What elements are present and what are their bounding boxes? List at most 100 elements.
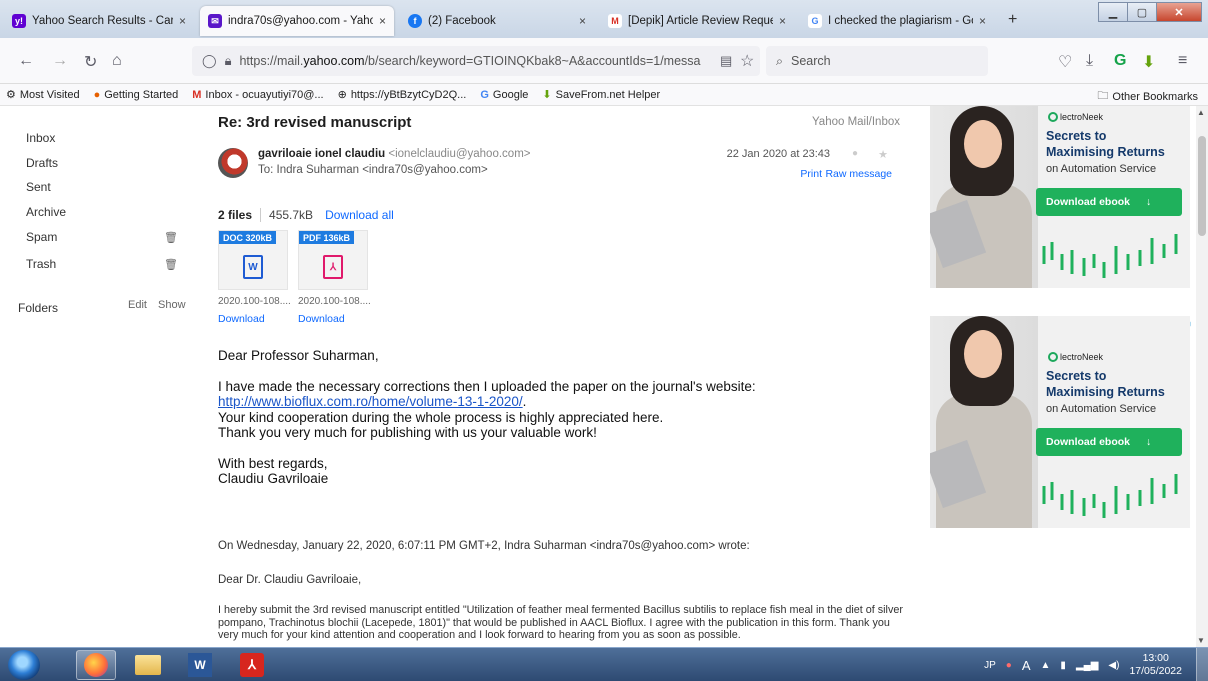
other-bookmarks-label: Other Bookmarks [1112,90,1198,103]
home-icon[interactable]: ⌂ [112,52,122,70]
sidebar-item-archive[interactable]: Archive [26,205,66,219]
taskbar-acrobat[interactable]: ⅄ [232,650,272,680]
clock[interactable]: 13:00 17/05/2022 [1129,652,1182,678]
attachment-doc[interactable]: DOC 320kB W [218,230,288,290]
taskbar-explorer[interactable] [128,650,168,680]
tab-depik[interactable]: M [Depik] Article Review Request × [600,6,794,36]
tray-expand-icon[interactable]: ▲ [1041,660,1051,671]
reload-icon[interactable]: ↻ [84,52,97,72]
menu-icon[interactable]: ≡ [1178,52,1187,70]
body-line: Thank you very much for publishing with … [218,425,597,440]
attachment-download-link[interactable]: Download [298,313,345,325]
tab-facebook[interactable]: f (2) Facebook × [400,6,594,36]
page-scrollbar[interactable]: ▲ ▼ [1196,106,1208,647]
start-button[interactable] [8,650,40,680]
quoted-greeting: Dear Dr. Claudiu Gavriloaie, [218,574,362,586]
lock-icon[interactable]: 🔒︎ [225,53,232,69]
bookmark-star-icon[interactable]: ☆ [740,51,754,71]
sidebar-item-sent[interactable]: Sent [26,180,51,194]
ad-download-button[interactable]: Download ebook ↓ [1036,428,1182,456]
facebook-icon: f [408,14,422,28]
search-input[interactable]: ⌕ Search [766,46,988,76]
sidebar-item-drafts[interactable]: Drafts [26,156,58,170]
scroll-down-icon[interactable]: ▼ [1197,636,1205,645]
ad-banner[interactable]: lectroNeek Secrets to Maximising Returns… [930,316,1190,528]
ad-banner[interactable]: lectroNeek Secrets to Maximising Returns… [930,106,1190,288]
download-icon: ⬇ [542,89,552,101]
system-tray: JP ● A ▲ ▮ ▂▄▆ ◀) 13:00 17/05/2022 [984,648,1208,681]
empty-spam-trash-icon[interactable]: 🗑︎ [164,231,178,244]
scroll-up-icon[interactable]: ▲ [1197,108,1205,117]
raw-message-link[interactable]: Raw message [825,168,892,180]
tab-yahoo-mail[interactable]: ✉ indra70s@yahoo.com - Yahoo M × [200,6,394,36]
attachment-download-link[interactable]: Download [218,313,265,325]
forward-arrow-icon[interactable]: → [52,52,68,70]
unread-dot-icon[interactable]: ● [852,148,858,159]
ad-photo [930,106,1038,288]
print-link[interactable]: Print [800,168,822,180]
scrollbar-thumb[interactable] [1198,136,1206,236]
tab-close-icon[interactable]: × [979,14,986,28]
sidebar-item-trash[interactable]: Trash [26,257,56,271]
language-indicator[interactable]: JP [984,660,996,671]
maximize-button[interactable]: ▢ [1127,2,1157,22]
bookmark-label: https://yBtBzytCyD2Q... [350,88,467,101]
pocket-icon[interactable]: ♡ [1058,52,1072,72]
reader-view-icon[interactable]: ▤ [720,53,732,69]
download-all-link[interactable]: Download all [325,208,394,222]
signal-icon[interactable]: ▂▄▆ [1076,660,1098,671]
folders-edit-link[interactable]: Edit [128,299,147,311]
taskbar-firefox[interactable] [76,650,116,680]
tab-close-icon[interactable]: × [379,14,386,28]
bookmark-gmail-inbox[interactable]: M Inbox - ocuayutiyi70@... [192,89,323,101]
gear-icon: ⚙ [6,89,16,101]
show-desktop-button[interactable] [1196,648,1208,681]
ad-brand-text: lectroNeek [1060,112,1104,122]
downloads-icon[interactable]: ⤓ [1086,52,1093,70]
folders-heading: Folders [18,301,59,315]
body-closing: With best regards, [218,455,328,471]
journal-link[interactable]: http://www.bioflux.com.ro/home/volume-13… [218,394,523,409]
tab-title: indra70s@yahoo.com - Yahoo M [228,15,373,27]
ime-icon[interactable]: ● [1006,660,1012,671]
bookmark-url[interactable]: ⊕ https://yBtBzytCyD2Q... [338,88,467,102]
sidebar-item-inbox[interactable]: Inbox [26,131,55,145]
bookmark-label: Google [492,88,529,101]
tab-close-icon[interactable]: × [579,14,586,28]
network-icon[interactable]: ▮ [1060,660,1066,671]
bookmark-getting-started[interactable]: ● Getting Started [94,89,179,101]
folders-show-link[interactable]: Show [158,299,186,311]
tab-yahoo-search[interactable]: y! Yahoo Search Results - Cari Web × [4,6,194,36]
tab-close-icon[interactable]: × [179,14,186,28]
back-arrow-icon[interactable]: ← [18,52,34,70]
grammarly-icon[interactable]: G [1114,52,1126,70]
other-bookmarks[interactable]: 🗀︎ Other Bookmarks [1097,87,1198,106]
bookmark-savefrom[interactable]: ⬇ SaveFrom.net Helper [542,88,660,102]
firefox-icon [84,653,108,677]
savefrom-icon[interactable]: ⬇ [1142,52,1155,72]
bookmark-google[interactable]: G Google [480,89,528,101]
sidebar-item-spam[interactable]: Spam [26,230,57,244]
tab-google[interactable]: G I checked the plagiarism - Goog × [800,6,994,36]
ad-photo [930,316,1038,528]
tab-close-icon[interactable]: × [779,14,786,28]
volume-icon[interactable]: ◀) [1108,660,1119,671]
ad-subheadline: on Automation Service [1046,163,1157,175]
attachment-pdf[interactable]: PDF 136kB ⅄ [298,230,368,290]
star-icon[interactable]: ★ [878,148,888,161]
ime-mode[interactable]: A [1022,658,1031,673]
windows-taskbar: W ⅄ JP ● A ▲ ▮ ▂▄▆ ◀) 13:00 17/05/2022 [0,647,1208,681]
minimize-button[interactable]: ▁ [1098,2,1128,22]
message-view: Re: 3rd revised manuscript Yahoo Mail/In… [208,106,908,647]
taskbar-word[interactable]: W [180,650,220,680]
ad-download-button[interactable]: Download ebook ↓ [1036,188,1182,216]
empty-trash-icon[interactable]: 🗑︎ [164,258,178,271]
shield-icon[interactable]: ◯ [202,53,217,69]
body-signature: Claudiu Gavriloaie [218,471,329,486]
close-window-button[interactable]: ✕ [1156,2,1202,22]
new-tab-button[interactable]: + [1008,11,1017,29]
message-body: Dear Professor Suharman, I have made the… [218,348,908,487]
sender-name[interactable]: gavriloaie ionel claudiu [258,148,385,160]
bookmark-most-visited[interactable]: ⚙ Most Visited [6,88,80,102]
address-bar[interactable]: ◯ 🔒︎ https://mail. yahoo.com/b/search/key… [192,46,760,76]
